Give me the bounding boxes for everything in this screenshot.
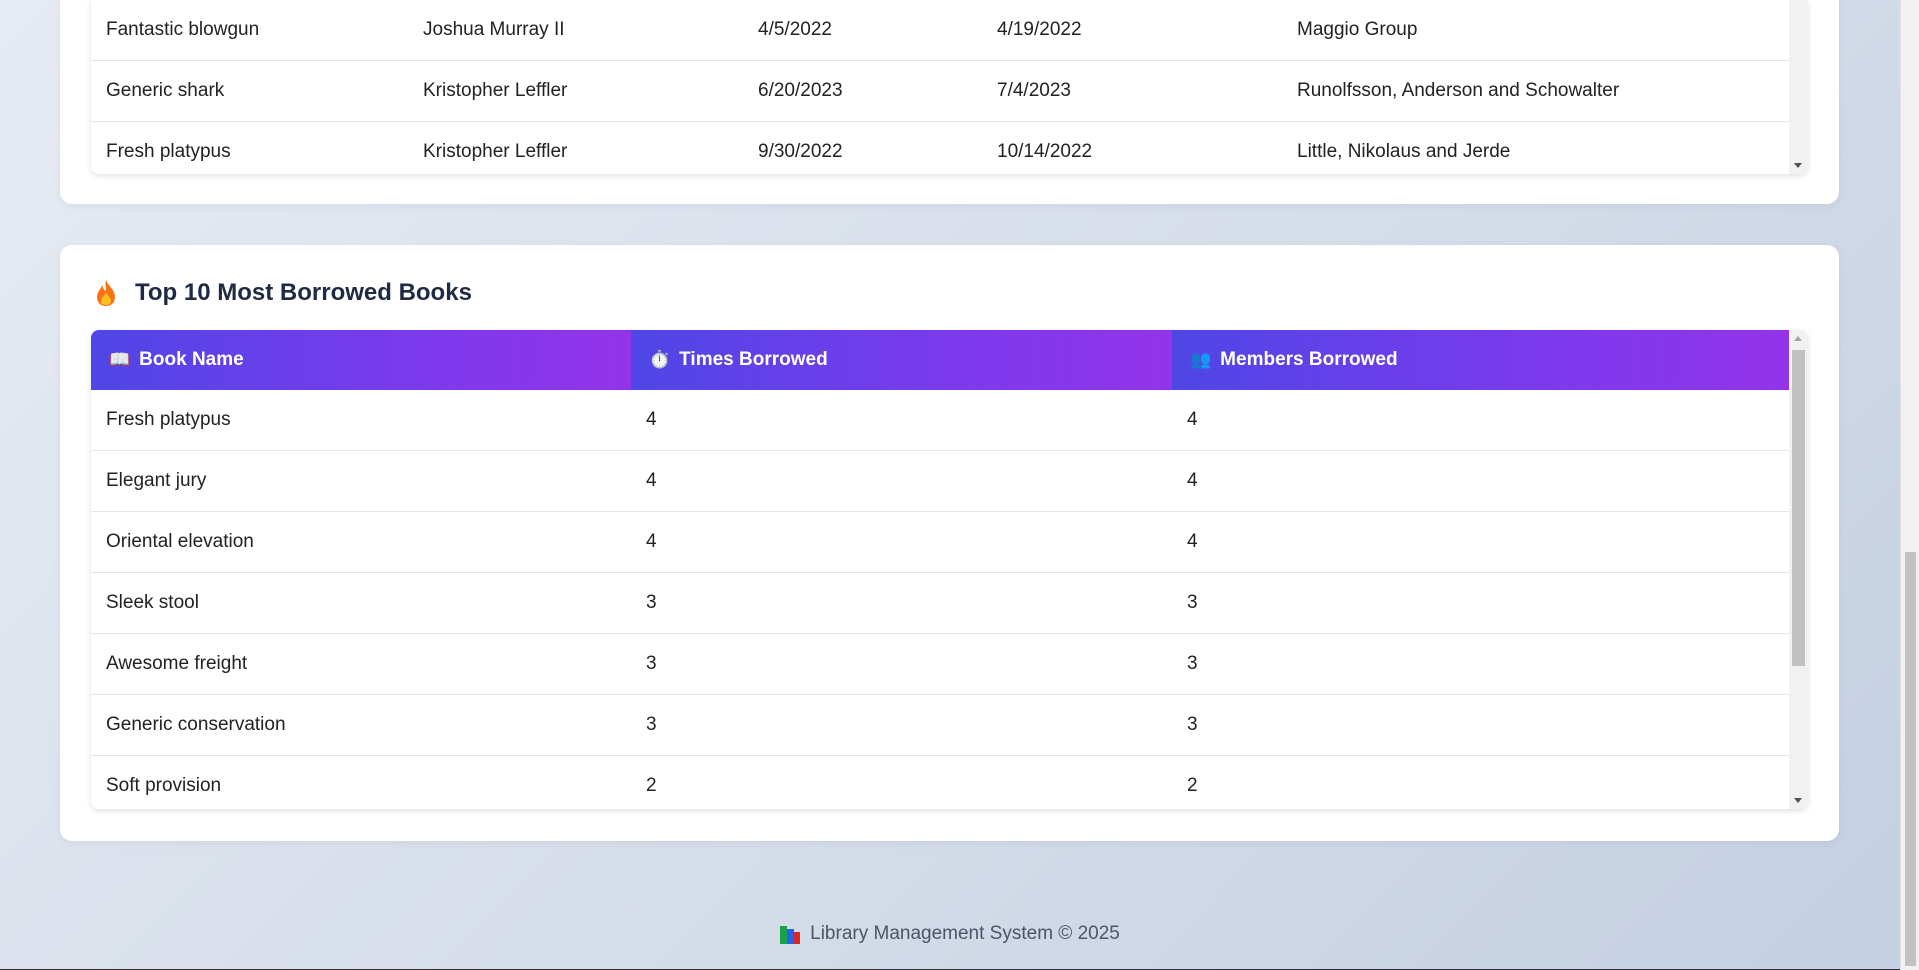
- loans-card: Fantastic blowgun Joshua Murray II 4/5/2…: [60, 0, 1839, 204]
- times-borrowed-cell: 4: [646, 470, 657, 491]
- stopwatch-icon: ⏱️: [649, 350, 671, 369]
- book-name-cell: Generic shark: [106, 80, 225, 101]
- section-title: Top 10 Most Borrowed Books: [95, 279, 472, 307]
- scroll-down-arrow-icon[interactable]: [1794, 163, 1802, 168]
- member-name-cell: Joshua Murray II: [423, 19, 565, 40]
- members-icon: 👥: [1190, 350, 1212, 369]
- page: Fantastic blowgun Joshua Murray II 4/5/2…: [0, 0, 1900, 970]
- table-row[interactable]: Soft provision 2 2: [91, 756, 1789, 809]
- members-borrowed-cell: 3: [1187, 653, 1198, 674]
- section-title-text: Top 10 Most Borrowed Books: [135, 279, 472, 306]
- due-date-cell: 10/14/2022: [997, 141, 1093, 162]
- table-row[interactable]: Generic shark Kristopher Leffler 6/20/20…: [91, 61, 1789, 122]
- times-borrowed-cell: 3: [646, 592, 657, 613]
- column-header-label: Members Borrowed: [1220, 349, 1398, 370]
- loans-table-scrollbar[interactable]: [1789, 0, 1808, 174]
- scrollbar-thumb[interactable]: [1792, 350, 1805, 666]
- members-borrowed-cell: 4: [1187, 409, 1198, 430]
- book-name-cell: Awesome freight: [106, 653, 248, 674]
- book-name-cell: Fresh platypus: [106, 409, 231, 430]
- book-name-cell: Elegant jury: [106, 470, 207, 491]
- borrow-date-cell: 9/30/2022: [758, 141, 843, 162]
- column-header-times-borrowed[interactable]: ⏱️ Times Borrowed: [631, 330, 1172, 390]
- table-row[interactable]: Generic conservation 3 3: [91, 695, 1789, 756]
- member-name-cell: Kristopher Leffler: [423, 80, 568, 101]
- members-borrowed-cell: 4: [1187, 470, 1198, 491]
- scroll-down-arrow-icon[interactable]: [1794, 798, 1802, 803]
- column-header-book-name[interactable]: 📖 Book Name: [91, 330, 631, 390]
- book-name-cell: Generic conservation: [106, 714, 286, 735]
- members-borrowed-cell: 2: [1187, 775, 1198, 796]
- table-row[interactable]: Awesome freight 3 3: [91, 634, 1789, 695]
- borrow-date-cell: 4/5/2022: [758, 19, 832, 40]
- table-row[interactable]: Fresh platypus Kristopher Leffler 9/30/2…: [91, 122, 1789, 174]
- publisher-cell: Runolfsson, Anderson and Schowalter: [1297, 80, 1620, 101]
- book-name-cell: Fresh platypus: [106, 141, 231, 162]
- column-header-label: Book Name: [139, 349, 244, 370]
- times-borrowed-cell: 4: [646, 409, 657, 430]
- due-date-cell: 7/4/2023: [997, 80, 1071, 101]
- members-borrowed-cell: 3: [1187, 714, 1198, 735]
- publisher-cell: Maggio Group: [1297, 19, 1418, 40]
- book-name-cell: Sleek stool: [106, 592, 199, 613]
- footer: Library Management System © 2025: [0, 923, 1900, 945]
- footer-text: Library Management System © 2025: [810, 923, 1120, 944]
- books-icon: [780, 924, 802, 944]
- book-name-cell: Oriental elevation: [106, 531, 254, 552]
- table-row[interactable]: Elegant jury 4 4: [91, 451, 1789, 512]
- column-header-members-borrowed[interactable]: 👥 Members Borrowed: [1172, 330, 1789, 390]
- borrow-date-cell: 6/20/2023: [758, 80, 843, 101]
- top-books-card: Top 10 Most Borrowed Books 📖 Book Name ⏱…: [60, 245, 1839, 841]
- due-date-cell: 4/19/2022: [997, 19, 1082, 40]
- scroll-up-arrow-icon[interactable]: [1794, 336, 1802, 341]
- table-row[interactable]: Fantastic blowgun Joshua Murray II 4/5/2…: [91, 0, 1789, 61]
- book-icon: 📖: [109, 350, 131, 369]
- top-books-table-scrollbar[interactable]: [1789, 330, 1808, 809]
- times-borrowed-cell: 2: [646, 775, 657, 796]
- times-borrowed-cell: 3: [646, 714, 657, 735]
- table-row[interactable]: Sleek stool 3 3: [91, 573, 1789, 634]
- book-name-cell: Fantastic blowgun: [106, 19, 260, 40]
- column-header-label: Times Borrowed: [679, 349, 828, 370]
- top-books-table-body[interactable]: 📖 Book Name ⏱️ Times Borrowed 👥 Members …: [91, 330, 1789, 809]
- page-scrollbar-thumb[interactable]: [1905, 552, 1916, 966]
- times-borrowed-cell: 4: [646, 531, 657, 552]
- member-name-cell: Kristopher Leffler: [423, 141, 568, 162]
- top-books-table: 📖 Book Name ⏱️ Times Borrowed 👥 Members …: [91, 330, 1808, 809]
- publisher-cell: Little, Nikolaus and Jerde: [1297, 141, 1511, 162]
- times-borrowed-cell: 3: [646, 653, 657, 674]
- loans-table: Fantastic blowgun Joshua Murray II 4/5/2…: [91, 0, 1808, 174]
- table-header: 📖 Book Name ⏱️ Times Borrowed 👥 Members …: [91, 330, 1789, 390]
- table-row[interactable]: Oriental elevation 4 4: [91, 512, 1789, 573]
- members-borrowed-cell: 3: [1187, 592, 1198, 613]
- book-name-cell: Soft provision: [106, 775, 222, 796]
- members-borrowed-cell: 4: [1187, 531, 1198, 552]
- loans-table-body[interactable]: Fantastic blowgun Joshua Murray II 4/5/2…: [91, 0, 1789, 174]
- table-row[interactable]: Fresh platypus 4 4: [91, 390, 1789, 451]
- flame-icon: [97, 280, 115, 306]
- page-scrollbar[interactable]: [1900, 0, 1919, 970]
